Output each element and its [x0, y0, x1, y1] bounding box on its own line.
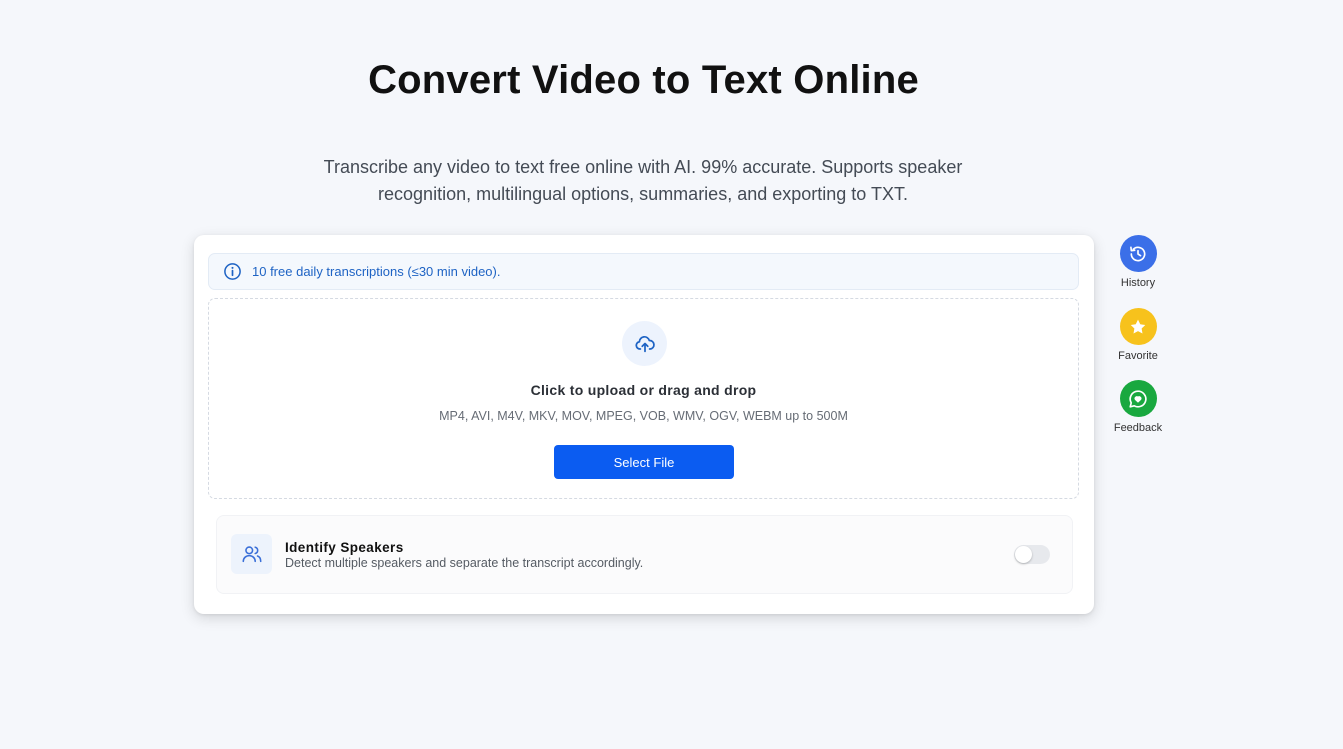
page-title: Convert Video to Text Online	[368, 58, 919, 102]
dropzone-title: Click to upload or drag and drop	[530, 382, 757, 398]
users-icon	[231, 534, 272, 574]
history-icon	[1119, 235, 1157, 272]
page: Convert Video to Text Online Transcribe …	[0, 0, 1343, 749]
favorite-button[interactable]: Favorite	[1108, 308, 1168, 362]
identify-speakers-title: Identify Speakers	[285, 540, 404, 555]
upload-card: 10 free daily transcriptions (≤30 min vi…	[194, 235, 1094, 614]
feedback-button[interactable]: Feedback	[1108, 380, 1168, 434]
feedback-label: Feedback	[1113, 422, 1163, 434]
select-file-button[interactable]: Select File	[554, 445, 734, 479]
info-icon	[223, 262, 242, 281]
identify-speakers-toggle[interactable]	[1014, 545, 1050, 564]
notice-text: 10 free daily transcriptions (≤30 min vi…	[252, 264, 501, 279]
supported-formats: MP4, AVI, M4V, MKV, MOV, MPEG, VOB, WMV,…	[439, 409, 848, 423]
star-icon	[1119, 308, 1157, 345]
identify-speakers-description: Detect multiple speakers and separate th…	[285, 556, 644, 570]
page-subtitle: Transcribe any video to text free online…	[323, 157, 963, 204]
cloud-upload-icon	[622, 321, 667, 366]
history-button[interactable]: History	[1108, 235, 1168, 289]
favorite-label: Favorite	[1118, 350, 1158, 362]
history-label: History	[1120, 277, 1156, 289]
chat-heart-icon	[1119, 380, 1157, 417]
upload-dropzone[interactable]: Click to upload or drag and drop MP4, AV…	[208, 298, 1079, 499]
free-quota-notice: 10 free daily transcriptions (≤30 min vi…	[208, 253, 1079, 290]
identify-speakers-option: Identify Speakers Detect multiple speake…	[216, 515, 1073, 594]
toggle-knob	[1015, 546, 1032, 563]
